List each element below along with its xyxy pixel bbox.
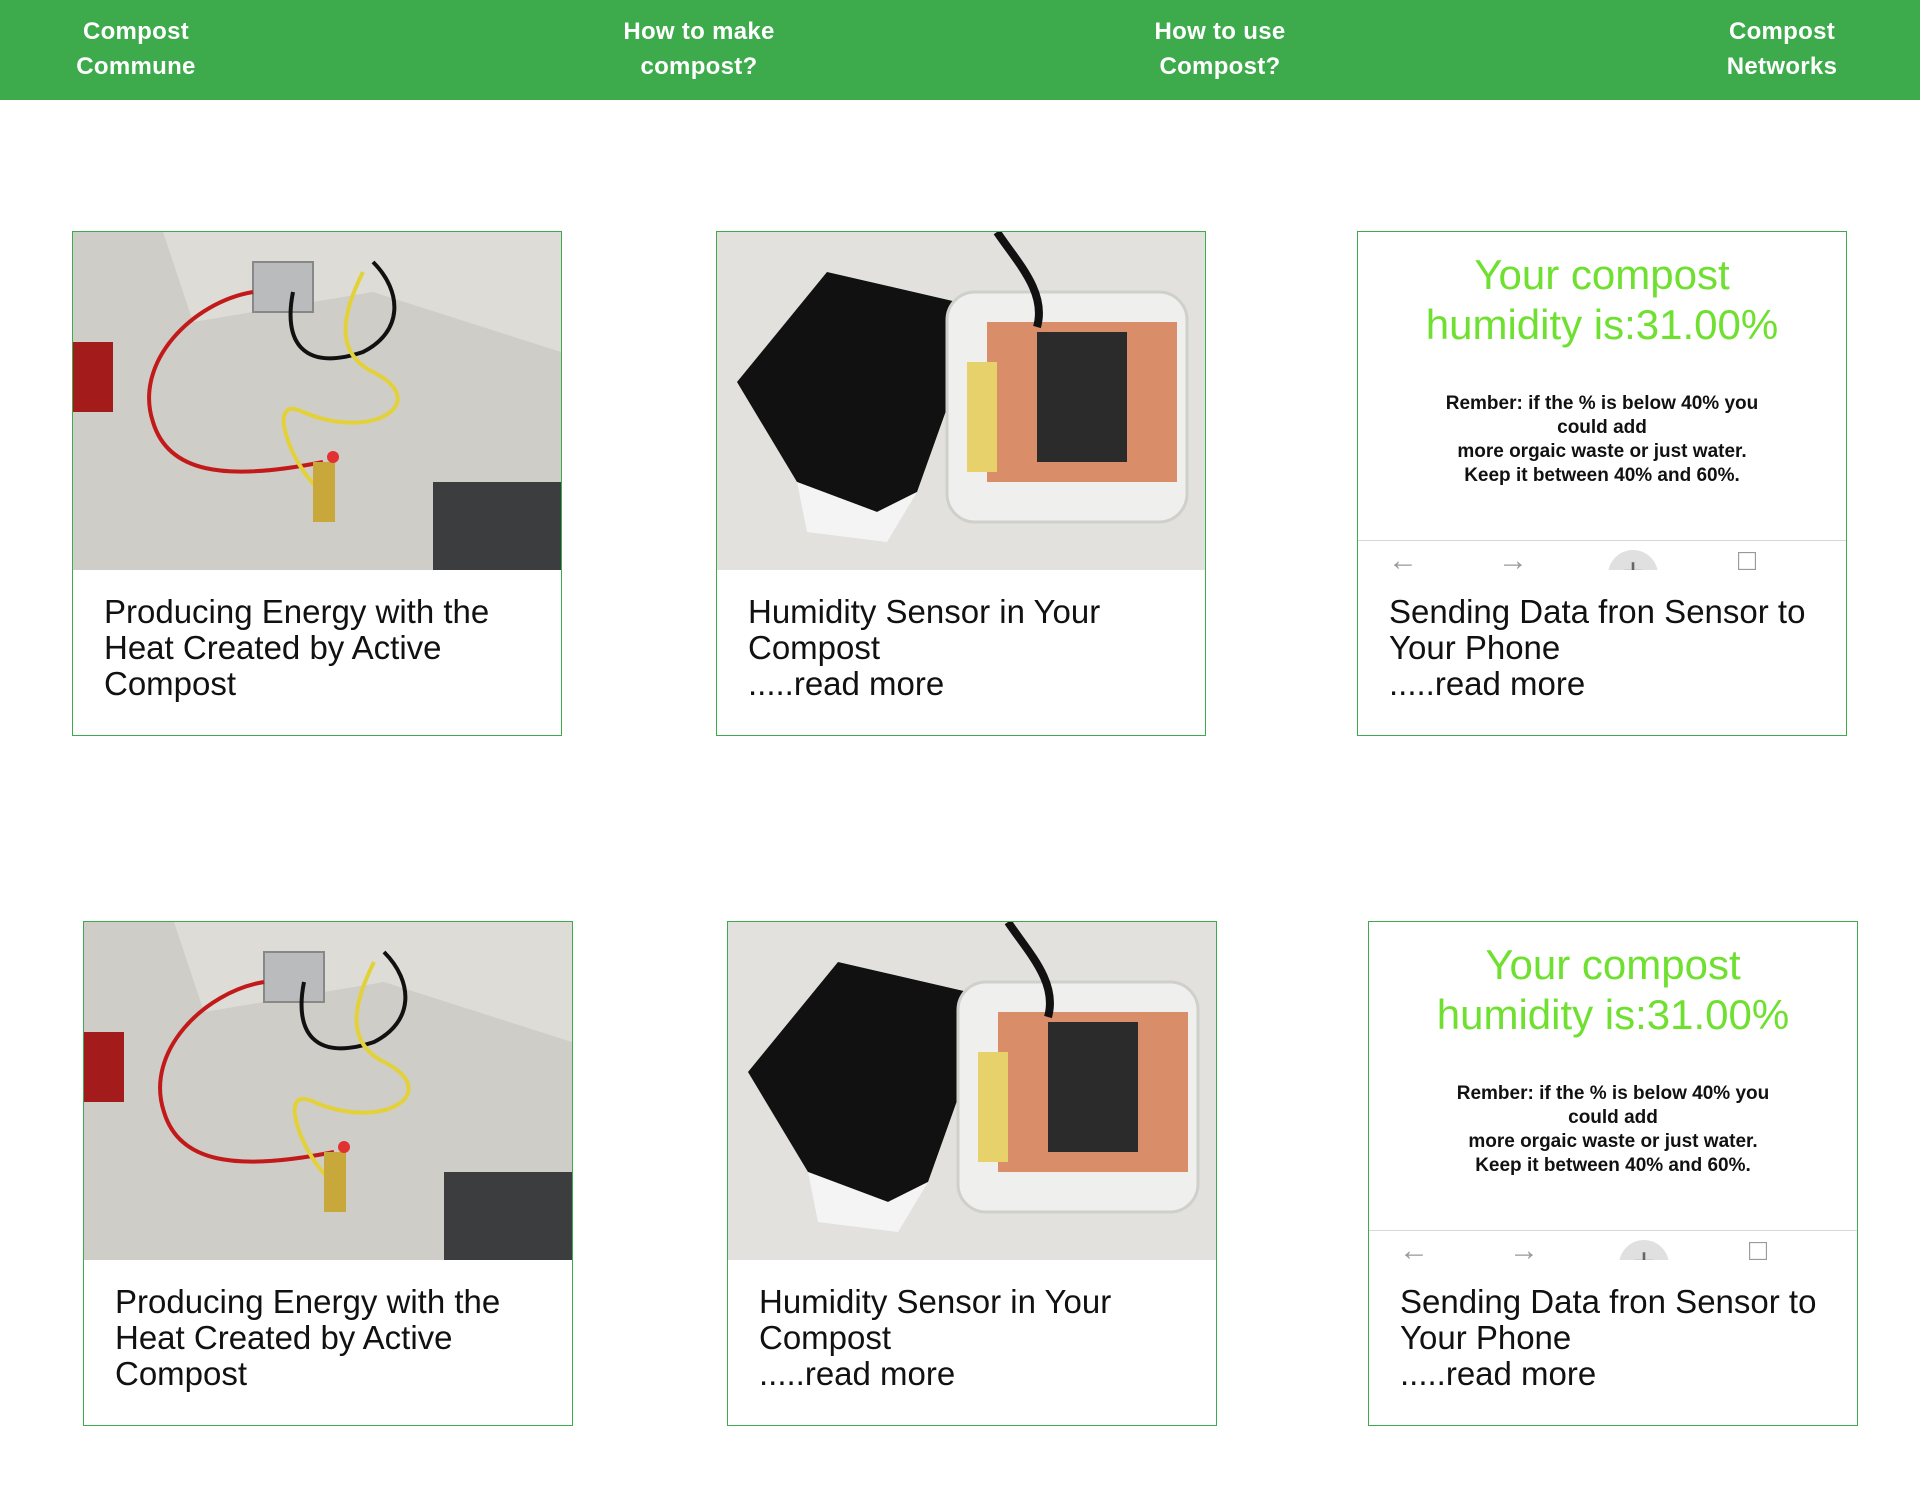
readout-line: humidity is:31.00% xyxy=(1436,991,1790,1038)
caption-line[interactable]: .....read more xyxy=(1389,666,1829,702)
caption-line: Humidity Sensor in Your xyxy=(748,593,1101,630)
readout-line: Your compost xyxy=(1474,251,1730,298)
caption-line: Sending Data fron Sensor to xyxy=(1400,1283,1817,1320)
nav-label: How to use xyxy=(1154,18,1286,45)
advice-line: more orgaic waste or just water. xyxy=(1468,1131,1758,1152)
caption-line: Compost xyxy=(115,1355,248,1392)
nav-compost-commune[interactable]: Compost Commune xyxy=(6,14,266,84)
caption-line: Producing Energy with the xyxy=(115,1283,501,1320)
advice-line: Keep it between 40% and 60%. xyxy=(1464,465,1740,486)
card-photo xyxy=(84,922,572,1260)
card-caption: Producing Energy with the Heat Created b… xyxy=(104,594,544,702)
plus-icon: + xyxy=(1619,1240,1669,1260)
thermoelectric-photo xyxy=(84,922,572,1260)
caption-line: Producing Energy with the xyxy=(104,593,490,630)
card-caption: Humidity Sensor in Your Compost .....rea… xyxy=(748,594,1188,702)
nav-label: compost? xyxy=(640,53,758,80)
tabs-icon: □ xyxy=(1749,1240,1768,1260)
sensor-box-photo xyxy=(728,922,1216,1260)
card-sending-data[interactable]: Your compost humidity is:31.00% Rember: … xyxy=(1357,231,1847,736)
caption-line[interactable]: .....read more xyxy=(759,1356,1199,1392)
forward-arrow-icon: → xyxy=(1509,1240,1539,1260)
advice-line: Rember: if the % is below 40% you xyxy=(1456,1083,1770,1104)
advice-line: could add xyxy=(1568,1107,1658,1128)
caption-line: Heat Created by Active xyxy=(115,1319,453,1356)
screen-divider xyxy=(1358,540,1846,541)
card-producing-energy[interactable]: Producing Energy with the Heat Created b… xyxy=(72,231,562,736)
humidity-advice: Rember: if the % is below 40% you could … xyxy=(1369,1082,1857,1178)
caption-line: Your Phone xyxy=(1389,629,1561,666)
caption-line: Your Phone xyxy=(1400,1319,1572,1356)
nav-label: Commune xyxy=(76,53,196,80)
readout-line: humidity is:31.00% xyxy=(1425,301,1779,348)
humidity-readout: Your compost humidity is:31.00% xyxy=(1358,250,1846,350)
nav-label: Networks xyxy=(1726,53,1838,80)
humidity-readout: Your compost humidity is:31.00% xyxy=(1369,940,1857,1040)
card-caption: Producing Energy with the Heat Created b… xyxy=(115,1284,555,1392)
advice-line: Rember: if the % is below 40% you xyxy=(1445,393,1759,414)
advice-line: more orgaic waste or just water. xyxy=(1457,441,1747,462)
card-sending-data[interactable]: Your compost humidity is:31.00% Rember: … xyxy=(1368,921,1858,1426)
caption-line: Humidity Sensor in Your xyxy=(759,1283,1112,1320)
nav-compost-networks[interactable]: Compost Networks xyxy=(1652,14,1912,84)
caption-line: Compost xyxy=(748,629,881,666)
nav-label: How to make xyxy=(623,18,775,45)
forward-arrow-icon: → xyxy=(1498,550,1528,570)
nav-how-to-use-compost[interactable]: How to use Compost? xyxy=(1090,14,1350,84)
card-caption: Sending Data fron Sensor to Your Phone .… xyxy=(1389,594,1829,702)
top-nav: Compost Commune How to make compost? How… xyxy=(0,0,1920,100)
card-photo xyxy=(73,232,561,570)
thermoelectric-photo xyxy=(73,232,561,570)
card-humidity-sensor[interactable]: Humidity Sensor in Your Compost .....rea… xyxy=(716,231,1206,736)
back-arrow-icon: ← xyxy=(1388,550,1418,570)
tabs-icon: □ xyxy=(1738,550,1757,570)
card-producing-energy[interactable]: Producing Energy with the Heat Created b… xyxy=(83,921,573,1426)
advice-line: could add xyxy=(1557,417,1647,438)
card-caption: Humidity Sensor in Your Compost .....rea… xyxy=(759,1284,1199,1392)
app-screenshot: Your compost humidity is:31.00% Rember: … xyxy=(1369,922,1857,1260)
caption-line: Sending Data fron Sensor to xyxy=(1389,593,1806,630)
readout-line: Your compost xyxy=(1485,941,1741,988)
plus-icon: + xyxy=(1608,550,1658,570)
card-humidity-sensor[interactable]: Humidity Sensor in Your Compost .....rea… xyxy=(727,921,1217,1426)
sensor-box-photo xyxy=(717,232,1205,570)
app-screenshot: Your compost humidity is:31.00% Rember: … xyxy=(1358,232,1846,570)
card-photo xyxy=(717,232,1205,570)
nav-label: Compost? xyxy=(1159,53,1281,80)
nav-how-to-make-compost[interactable]: How to make compost? xyxy=(569,14,829,84)
nav-label: Compost xyxy=(1728,18,1836,45)
caption-line[interactable]: .....read more xyxy=(1400,1356,1840,1392)
caption-line[interactable]: .....read more xyxy=(748,666,1188,702)
humidity-advice: Rember: if the % is below 40% you could … xyxy=(1358,392,1846,488)
card-photo xyxy=(728,922,1216,1260)
advice-line: Keep it between 40% and 60%. xyxy=(1475,1155,1751,1176)
caption-line: Compost xyxy=(104,665,237,702)
nav-label: Compost xyxy=(82,18,190,45)
caption-line: Compost xyxy=(759,1319,892,1356)
back-arrow-icon: ← xyxy=(1399,1240,1429,1260)
caption-line: Heat Created by Active xyxy=(104,629,442,666)
card-caption: Sending Data fron Sensor to Your Phone .… xyxy=(1400,1284,1840,1392)
screen-divider xyxy=(1369,1230,1857,1231)
